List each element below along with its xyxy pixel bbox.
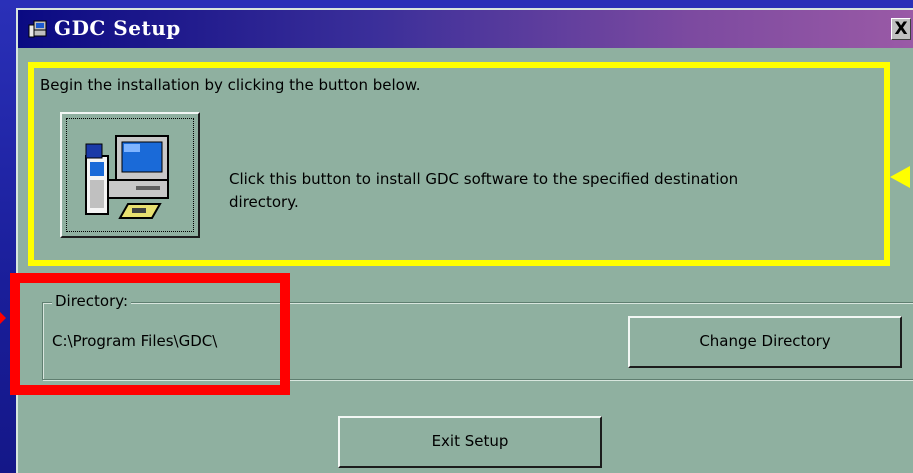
title-bar[interactable]: GDC Setup X: [18, 10, 913, 48]
exit-setup-label: Exit Setup: [431, 432, 509, 450]
window-title: GDC Setup: [54, 16, 181, 40]
close-button[interactable]: X: [891, 18, 911, 40]
setup-computer-icon: [28, 19, 48, 39]
yellow-arrow-pointer: [890, 166, 910, 188]
change-directory-label: Change Directory: [699, 332, 831, 350]
setup-dialog: GDC Setup X Begin the installation by cl…: [10, 8, 913, 473]
red-highlight-box: [10, 273, 290, 395]
dialog-content: Begin the installation by clicking the b…: [10, 48, 913, 473]
change-directory-button[interactable]: Change Directory: [628, 316, 902, 368]
yellow-highlight-box: [28, 62, 890, 266]
red-arrow-pointer: [0, 312, 6, 324]
exit-setup-button[interactable]: Exit Setup: [338, 416, 602, 468]
